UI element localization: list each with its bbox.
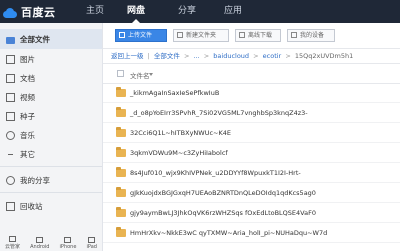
- folder-icon: [116, 187, 126, 197]
- sidebar-item-other[interactable]: 其它: [0, 144, 102, 164]
- sidebar-item-label: 其它: [20, 149, 35, 159]
- list-item[interactable]: 3qkmVDWu9M~c3ZyHiIabolcf: [103, 144, 400, 163]
- sidebar-item-label: 图片: [20, 54, 35, 64]
- sidebar-item-label: 我的分享: [20, 175, 50, 185]
- file-name[interactable]: 3qkmVDWu9M~c3ZyHiIabolcf: [130, 149, 228, 157]
- sidebar-item-images[interactable]: 图片: [0, 49, 102, 69]
- sidebar-item-label: 回收站: [20, 201, 43, 211]
- file-name[interactable]: 32Cci6Q1L~hITBXyNWUc~K4E: [130, 129, 231, 137]
- iphone-icon: [64, 236, 72, 243]
- toolbar: 上传文件 新建文件夹 离线下载 我的设备: [103, 23, 400, 48]
- folder-icon: [116, 227, 126, 237]
- device-android[interactable]: Android: [30, 236, 49, 250]
- sort-caret-icon: [149, 73, 153, 76]
- device-links: 云管家 Android iPhone iPad: [0, 235, 102, 251]
- baidu-cloud-logo[interactable]: 百度云: [2, 4, 56, 20]
- breadcrumb-separator: |: [147, 52, 150, 60]
- sidebar-item-my-shares[interactable]: 我的分享: [0, 170, 102, 190]
- list-item[interactable]: _d_o8pYoEIrr3SPvhR_7Si02VG5ML7vnghbSp3kn…: [103, 104, 400, 123]
- other-icon: [6, 150, 15, 159]
- breadcrumb-separator: >: [183, 52, 190, 60]
- sidebar-item-all-files[interactable]: 全部文件: [0, 29, 102, 49]
- list-item[interactable]: 8s4Juf010_wjx9KhIVPNek_u2DDYYf8WpuxkT1I2…: [103, 164, 400, 183]
- sidebar-divider: [0, 166, 102, 167]
- folder-icon: [6, 35, 15, 44]
- file-name[interactable]: _kikmAgaInSaxIeSePfkwIuB: [130, 89, 219, 97]
- video-icon: [6, 92, 15, 102]
- sidebar-divider: [0, 192, 102, 193]
- folder-icon: [116, 107, 126, 117]
- sidebar-item-label: 全部文件: [20, 34, 50, 44]
- sidebar-item-torrents[interactable]: 种子: [0, 106, 102, 126]
- select-all-checkbox[interactable]: [117, 70, 124, 77]
- document-icon: [6, 73, 15, 83]
- seed-icon: [6, 111, 15, 121]
- list-item[interactable]: _kikmAgaInSaxIeSePfkwIuB: [103, 84, 400, 103]
- nav-share[interactable]: 分享: [170, 0, 204, 23]
- file-name[interactable]: 8s4Juf010_wjx9KhIVPNek_u2DDYYf8WpuxkT1I2…: [130, 169, 301, 177]
- offline-download-button[interactable]: 离线下载: [235, 29, 281, 42]
- sidebar-item-label: 文档: [20, 73, 35, 83]
- sidebar-item-label: 种子: [20, 111, 35, 121]
- breadcrumb-ellipsis[interactable]: ...: [193, 52, 199, 60]
- breadcrumb-separator: >: [253, 52, 259, 60]
- android-icon: [36, 236, 44, 243]
- folder-icon: [116, 207, 126, 217]
- list-item[interactable]: gjy9aymBwLJ3JhkOqVK6rzWHZSqs fOxEdLtoBLQ…: [103, 204, 400, 223]
- device-pc-manager[interactable]: 云管家: [5, 236, 20, 250]
- new-folder-button[interactable]: 新建文件夹: [173, 29, 229, 42]
- device-ipad[interactable]: iPad: [87, 236, 97, 250]
- sidebar-item-videos[interactable]: 视频: [0, 87, 102, 107]
- column-header-filename[interactable]: 文件名: [130, 70, 150, 80]
- computer-icon: [9, 236, 17, 242]
- new-folder-icon: [177, 32, 183, 38]
- sidebar-item-documents[interactable]: 文档: [0, 68, 102, 88]
- file-list-header: 文件名: [103, 64, 400, 84]
- folder-icon: [116, 147, 126, 157]
- breadcrumb-all-files[interactable]: 全部文件: [154, 52, 180, 60]
- device-icon: [291, 32, 297, 38]
- file-name[interactable]: _d_o8pYoEIrr3SPvhR_7Si02VG5ML7vnghbSp3kn…: [130, 109, 308, 117]
- folder-icon: [116, 167, 126, 177]
- breadcrumb-baiducloud[interactable]: baiducloud: [213, 52, 249, 60]
- file-name[interactable]: HmHrXkv~NkkE3wC qyTXMW~Aria_holI_pi~NUHa…: [130, 229, 327, 237]
- upload-icon: [119, 32, 125, 38]
- sidebar: 全部文件 图片 文档 视频 种子 音乐 其它 我的分享 回收站 云管家 Andr…: [0, 23, 103, 251]
- breadcrumb-separator: >: [285, 52, 291, 60]
- image-icon: [6, 54, 15, 64]
- app-name: 百度云: [21, 6, 56, 19]
- nav-netdisk[interactable]: 网盘: [116, 0, 156, 23]
- list-item[interactable]: 32Cci6Q1L~hITBXyNWUc~K4E: [103, 124, 400, 143]
- nav-netdisk-label: 网盘: [126, 6, 145, 16]
- back-link[interactable]: 返回上一级: [111, 52, 144, 60]
- breadcrumb-separator: >: [203, 52, 210, 60]
- list-item[interactable]: HmHrXkv~NkkE3wC qyTXMW~Aria_holI_pi~NUHa…: [103, 224, 400, 243]
- sidebar-item-recycle-bin[interactable]: 回收站: [0, 196, 102, 216]
- nav-apps[interactable]: 应用: [216, 0, 250, 23]
- download-icon: [239, 32, 245, 38]
- top-navigation-bar: 百度云 主页 网盘 分享 应用: [0, 0, 400, 23]
- sidebar-item-music[interactable]: 音乐: [0, 125, 102, 145]
- file-name[interactable]: gjy9aymBwLJ3JhkOqVK6rzWHZSqs fOxEdLtoBLQ…: [130, 209, 316, 217]
- upload-button[interactable]: 上传文件: [115, 29, 167, 42]
- breadcrumb: 返回上一级 | 全部文件 > ... > baiducloud > ecotir…: [103, 48, 400, 64]
- my-device-button[interactable]: 我的设备: [287, 29, 335, 42]
- cloud-icon: [2, 7, 18, 18]
- folder-icon: [116, 127, 126, 137]
- list-item[interactable]: gJkKuojdxBGJGxqH7UEAoBZNRTDnQLeDOIdq1qdK…: [103, 184, 400, 203]
- sidebar-item-label: 视频: [20, 92, 35, 102]
- trash-icon: [6, 201, 15, 211]
- nav-home[interactable]: 主页: [78, 0, 112, 23]
- folder-icon: [116, 87, 126, 97]
- ipad-icon: [88, 236, 96, 243]
- sidebar-item-label: 音乐: [20, 130, 35, 140]
- music-icon: [6, 130, 15, 140]
- file-name[interactable]: gJkKuojdxBGJGxqH7UEAoBZNRTDnQLeDOIdq1qdK…: [130, 189, 316, 197]
- share-icon: [6, 175, 15, 185]
- device-iphone[interactable]: iPhone: [60, 236, 76, 250]
- breadcrumb-current: 15Qq2xUVDm5h1: [294, 52, 354, 60]
- breadcrumb-ecotir[interactable]: ecotir: [263, 52, 282, 60]
